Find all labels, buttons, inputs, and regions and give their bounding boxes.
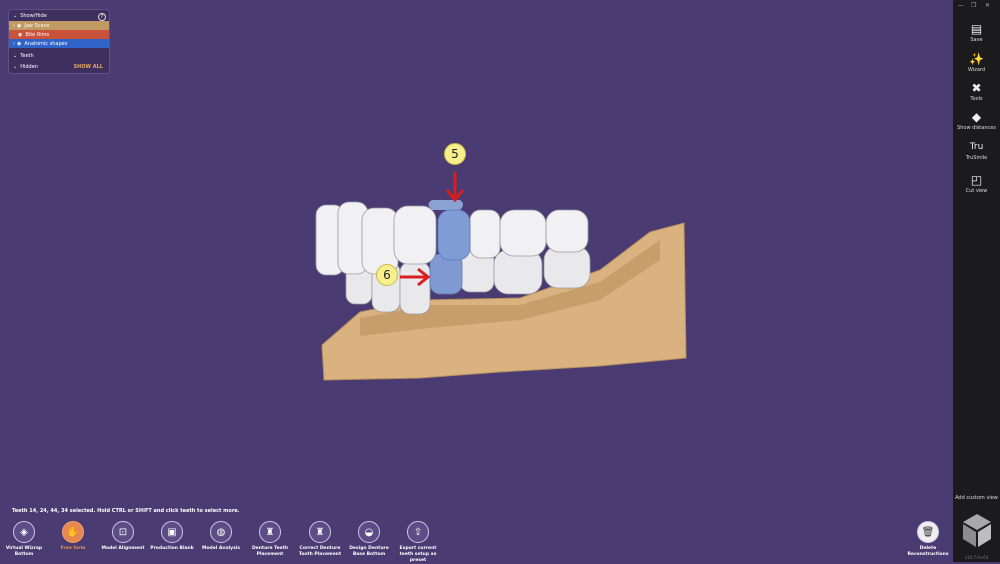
dental-scene[interactable]	[0, 0, 953, 505]
status-text: Teeth 14, 24, 44, 34 selected. Hold CTRL…	[12, 508, 240, 514]
eye-icon[interactable]: ◉	[17, 41, 21, 47]
help-icon[interactable]: ?	[98, 13, 106, 21]
model-analysis-button[interactable]: ◍ Model Analysis	[197, 521, 245, 552]
eye-icon[interactable]: ◉	[17, 23, 21, 29]
row-anatomic-shapes[interactable]: › ◉ Anatomic shapes	[9, 39, 109, 48]
wand-icon: ✨	[969, 52, 984, 66]
restore-icon[interactable]: ❐	[971, 2, 976, 9]
alignment-icon: ⊡	[112, 521, 134, 543]
show-all-button[interactable]: SHOW ALL	[73, 64, 103, 70]
cut-view-icon: ◰	[970, 173, 983, 187]
3d-viewport[interactable]: 5 6 ⌄ Show/Hide ? › ◉ Jaw Scans ◉ Bite R…	[0, 0, 953, 505]
close-icon[interactable]: ✕	[985, 2, 990, 9]
show-hide-panel: ⌄ Show/Hide ? › ◉ Jaw Scans ◉ Bite Rims …	[8, 9, 110, 74]
version-text: v10.7.0+64	[964, 555, 989, 560]
chevron-down-icon: ⌄	[13, 12, 18, 19]
bottom-toolbar: Teeth 14, 24, 44, 34 selected. Hold CTRL…	[0, 505, 953, 564]
export-teeth-preset-button[interactable]: ⇪ Export current teeth setup as preset	[394, 521, 442, 564]
export-icon: ⇪	[407, 521, 429, 543]
anatomic-shape-tooth	[428, 200, 463, 210]
design-denture-base-bottom-button[interactable]: ◒ Design Denture Base Bottom	[345, 521, 393, 558]
selected-upper-tooth	[437, 209, 471, 261]
arrow-down-icon	[445, 172, 465, 203]
free-form-icon: ✋	[62, 521, 84, 543]
tools-icon: ✖	[971, 81, 982, 95]
row-jaw-scans[interactable]: › ◉ Jaw Scans	[9, 21, 109, 30]
marker-lower: 6	[376, 264, 398, 286]
view-cube-icon[interactable]	[957, 510, 997, 550]
chevron-right-icon[interactable]: ›	[13, 41, 15, 47]
show-distances-button[interactable]: ◆ Show distances	[953, 110, 1000, 136]
cut-view-button[interactable]: ◰ Cut view	[953, 173, 1000, 199]
chevron-down-icon: ⌄	[13, 52, 18, 59]
tooth-correct-icon: ♜	[309, 521, 331, 543]
chevron-right-icon[interactable]: ›	[13, 23, 15, 29]
row-teeth[interactable]: ⌄ Teeth	[9, 51, 109, 60]
chevron-down-icon: ⌄	[13, 63, 18, 70]
analysis-icon: ◍	[210, 521, 232, 543]
save-icon: ▤	[970, 22, 983, 36]
tooth-icon: ♜	[259, 521, 281, 543]
trash-icon: 🗑	[917, 521, 939, 543]
free-form-button[interactable]: ✋ Free form	[49, 521, 97, 552]
save-button[interactable]: ▤ Save	[953, 22, 1000, 48]
trusmile-icon: Tru	[969, 142, 984, 152]
model-alignment-button[interactable]: ⊡ Model Alignment	[99, 521, 147, 552]
marker-upper: 5	[444, 143, 466, 165]
virtual-wizrap-button[interactable]: ◈ Virtual Wizrap Bottom	[0, 521, 48, 558]
blank-icon: ▣	[161, 521, 183, 543]
production-blank-button[interactable]: ▣ Production Blank	[148, 521, 196, 552]
right-sidebar: — ❐ ✕ ▤ Save ✨ Wizard ✖ Tools ◆ Show dis…	[953, 0, 1000, 562]
panel-header[interactable]: ⌄ Show/Hide ?	[9, 11, 109, 21]
wizrap-icon: ◈	[13, 521, 35, 543]
trusmile-button[interactable]: Tru TruSmile	[953, 140, 1000, 166]
distance-icon: ◆	[971, 110, 982, 124]
wizard-button[interactable]: ✨ Wizard	[953, 52, 1000, 78]
denture-base-icon: ◒	[358, 521, 380, 543]
row-hidden[interactable]: ⌄ Hidden SHOW ALL	[9, 62, 109, 71]
add-custom-view-label[interactable]: Add custom view	[953, 495, 1000, 501]
minimize-icon[interactable]: —	[958, 2, 964, 9]
correct-denture-tooth-placement-button[interactable]: ♜ Correct Denture Tooth Placement	[296, 521, 344, 558]
row-bite-rims[interactable]: ◉ Bite Rims	[9, 30, 109, 39]
eye-icon[interactable]: ◉	[18, 32, 22, 38]
tools-button[interactable]: ✖ Tools	[953, 81, 1000, 107]
delete-reconstructions-button[interactable]: 🗑 Delete Reconstructions	[904, 521, 952, 558]
denture-teeth-placement-button[interactable]: ♜ Denture Teeth Placement	[246, 521, 294, 558]
panel-title: Show/Hide	[20, 12, 47, 19]
